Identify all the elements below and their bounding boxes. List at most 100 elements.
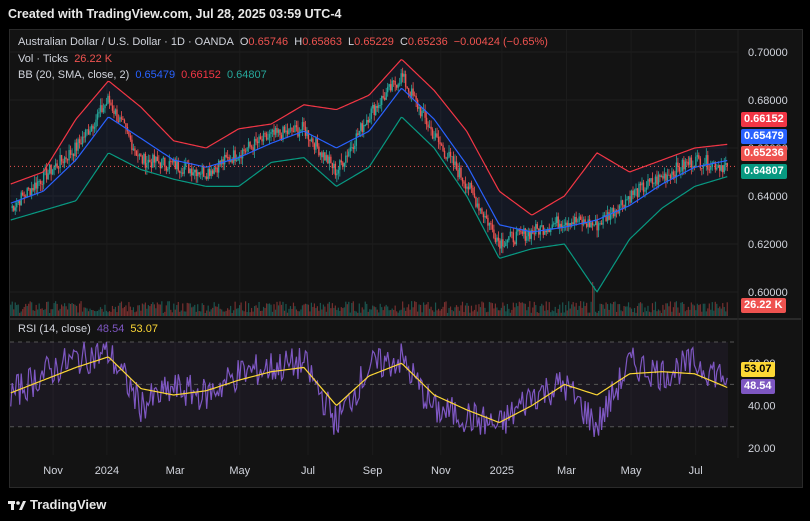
candle-body	[168, 161, 171, 169]
volume-bar	[656, 311, 658, 316]
candle-body	[93, 127, 96, 129]
candle-body	[346, 155, 349, 157]
volume-bar	[599, 303, 601, 316]
volume-bar	[191, 307, 193, 316]
candle-body	[158, 161, 160, 164]
volume-bar	[87, 311, 90, 316]
volume-bar	[596, 312, 598, 316]
candle-body	[701, 168, 703, 169]
candle-body	[529, 231, 531, 239]
candle-body	[511, 231, 513, 233]
candle-body	[282, 126, 284, 140]
volume-bar	[431, 310, 434, 316]
volume-bar	[587, 312, 589, 316]
volume-bar	[138, 305, 140, 316]
legend-open: 0.65746	[248, 36, 289, 48]
volume-bar	[621, 311, 624, 316]
volume-bar	[239, 305, 241, 316]
volume-bar	[403, 307, 405, 316]
volume-bar	[696, 303, 698, 316]
volume-bar	[52, 309, 54, 316]
volume-bar	[105, 310, 108, 316]
footer-brand-text: TradingView	[30, 496, 107, 512]
volume-bar	[249, 312, 251, 316]
volume-bar	[334, 305, 336, 316]
volume-bar	[581, 307, 583, 316]
volume-bar	[282, 301, 284, 316]
candle-body	[487, 217, 489, 226]
volume-bar	[584, 306, 586, 316]
volume-bar	[539, 306, 541, 316]
volume-bar	[279, 301, 281, 316]
volume-bar	[189, 303, 191, 316]
volume-bar	[503, 305, 505, 316]
candle-body	[479, 208, 482, 211]
volume-bar	[478, 304, 480, 316]
candle-body	[641, 182, 643, 186]
volume-bar	[496, 307, 498, 316]
candle-body	[606, 212, 609, 222]
volume-bar	[559, 304, 561, 316]
volume-bar	[68, 303, 70, 316]
volume-bar	[156, 302, 158, 316]
volume-bar	[590, 301, 592, 316]
volume-bar	[411, 301, 413, 316]
volume-bar	[437, 308, 440, 316]
volume-bar	[690, 302, 692, 316]
candle-body	[654, 176, 657, 184]
volume-bar	[17, 304, 19, 316]
volume-bar	[122, 308, 124, 316]
volume-bar	[635, 312, 637, 316]
candle-body	[440, 144, 443, 146]
candle-body	[421, 110, 423, 117]
candle-body	[372, 104, 374, 109]
candle-body	[496, 237, 498, 242]
volume-bar	[523, 303, 525, 316]
volume-bar	[152, 302, 154, 316]
volume-bar	[693, 305, 695, 316]
candle-body	[213, 167, 215, 174]
candle-body	[117, 120, 120, 122]
volume-bar	[77, 312, 79, 316]
candle-body	[656, 176, 658, 185]
candle-body	[274, 128, 277, 135]
volume-bar	[231, 312, 233, 316]
candle-body	[716, 167, 718, 170]
candle-body	[328, 156, 331, 164]
volume-bar	[601, 303, 603, 316]
volume-bar	[328, 301, 330, 316]
volume-bar	[262, 306, 265, 316]
volume-bar	[228, 309, 230, 316]
candle-body	[156, 156, 159, 162]
candle-body	[478, 203, 480, 211]
candle-body	[108, 95, 111, 103]
candle-body	[147, 159, 150, 163]
volume-bar	[521, 302, 523, 316]
candle-body	[13, 205, 15, 211]
volume-bar	[147, 305, 149, 316]
volume-bar	[255, 305, 257, 316]
candle-body	[406, 86, 408, 89]
volume-bar	[638, 303, 640, 316]
volume-bar	[34, 310, 36, 316]
volume-bar	[274, 309, 277, 316]
legend-rsi-row: RSI (14, close) 48.54 53.07	[18, 323, 161, 335]
candle-body	[500, 239, 503, 249]
candle-body	[678, 166, 681, 172]
candle-body	[633, 190, 636, 195]
volume-bar	[252, 311, 254, 316]
volume-bar	[463, 311, 465, 316]
volume-bar	[370, 309, 372, 316]
candle-body	[565, 222, 567, 226]
candle-body	[63, 157, 66, 164]
candle-body	[268, 133, 271, 138]
candle-body	[358, 130, 360, 135]
candle-body	[343, 162, 346, 167]
price-axis-label: 0.64000	[748, 191, 788, 203]
volume-bar	[113, 309, 115, 316]
volume-bar	[321, 309, 323, 316]
volume-bar	[185, 311, 187, 316]
candle-body	[66, 159, 69, 161]
candle-body	[497, 237, 500, 241]
volume-bar	[393, 309, 395, 316]
